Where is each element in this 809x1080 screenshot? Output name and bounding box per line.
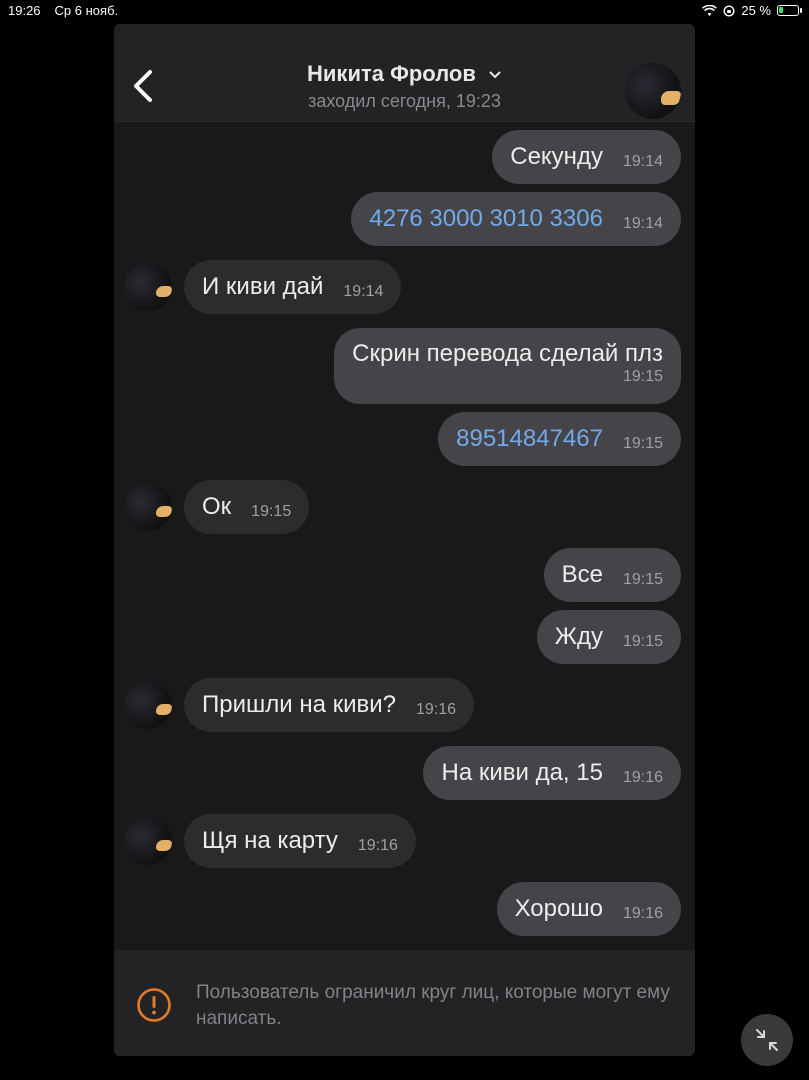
outgoing-message-bubble[interactable]: Секунду 19:14	[492, 130, 681, 184]
message-list[interactable]: Секунду 19:14 4276 3000 3010 3306 19:14 И ки…	[114, 123, 695, 953]
message-time: 19:14	[343, 283, 384, 300]
contact-name: Никита Фролов	[307, 61, 476, 86]
message-time: 19:15	[622, 368, 663, 385]
message-text: Все	[561, 561, 603, 588]
message-time: 19:16	[622, 905, 663, 922]
sender-avatar[interactable]	[124, 483, 172, 531]
chat-window: Никита Фролов заходил сегодня, 19:23 Сек…	[114, 24, 695, 1056]
message-time: 19:15	[251, 503, 292, 520]
contact-avatar[interactable]	[625, 63, 681, 119]
exclamation-circle-icon	[137, 988, 171, 1022]
message-link-text[interactable]: 4276 3000 3010 3306	[369, 205, 603, 233]
message-text: Секунду	[510, 143, 603, 170]
message-time: 19:16	[622, 769, 663, 786]
notice-text: Пользователь ограничил круг лиц, которые…	[196, 982, 670, 1029]
outgoing-message-bubble[interactable]: На киви да, 15 19:16	[423, 746, 681, 800]
incoming-message-bubble[interactable]: Ок 19:15	[184, 480, 310, 534]
message-time: 19:15	[622, 435, 663, 452]
message-text: Ок	[202, 493, 232, 520]
last-seen: заходил сегодня, 19:23	[308, 91, 501, 111]
message-text: Скрин перевода сделай плз	[352, 340, 663, 367]
outgoing-message-bubble[interactable]: 89514847467 19:15	[438, 412, 681, 466]
message-text: И киви дай	[202, 273, 324, 300]
message-time: 19:14	[622, 153, 663, 170]
message-text: На киви да, 15	[441, 759, 603, 786]
message-text: Щя на карту	[202, 827, 338, 854]
incoming-message-bubble[interactable]: И киви дай 19:14	[184, 260, 402, 314]
minimize-arrows-icon	[756, 1029, 778, 1051]
battery-icon	[777, 5, 802, 16]
status-bar: 19:26 Ср 6 нояб. 25 %	[0, 0, 809, 22]
contact-name-button[interactable]: Никита Фролов	[114, 61, 695, 87]
message-text: Хорошо	[514, 895, 603, 922]
minimize-button[interactable]	[741, 1014, 793, 1066]
incoming-message-bubble[interactable]: Щя на карту 19:16	[184, 814, 416, 868]
outgoing-message-bubble[interactable]: Жду 19:15	[536, 610, 681, 664]
sender-avatar[interactable]	[124, 263, 172, 311]
incoming-message-bubble[interactable]: Пришли на киви? 19:16	[184, 678, 475, 732]
chevron-down-icon	[489, 71, 501, 79]
chat-header: Никита Фролов заходил сегодня, 19:23	[114, 24, 695, 122]
message-time: 19:16	[416, 701, 457, 718]
message-link-text[interactable]: 89514847467	[456, 425, 603, 453]
message-time: 19:15	[622, 633, 663, 650]
sender-avatar[interactable]	[124, 817, 172, 865]
battery-percent: 25 %	[741, 3, 771, 18]
status-time: 19:26	[8, 3, 41, 18]
wifi-icon	[702, 4, 718, 16]
outgoing-message-bubble[interactable]: 4276 3000 3010 3306 19:14	[351, 192, 681, 246]
message-time: 19:16	[357, 837, 398, 854]
outgoing-message-bubble[interactable]: Все 19:15	[543, 548, 681, 602]
outgoing-message-bubble[interactable]: Хорошо 19:16	[496, 882, 681, 936]
message-text: Пришли на киви?	[202, 691, 397, 718]
sender-avatar[interactable]	[124, 681, 172, 729]
message-text: Жду	[554, 623, 603, 650]
orientation-lock-icon	[723, 4, 735, 17]
message-time: 19:14	[622, 215, 663, 232]
status-date: Ср 6 нояб.	[54, 3, 119, 18]
restriction-notice: Пользователь ограничил круг лиц, которые…	[114, 950, 695, 1056]
outgoing-message-bubble[interactable]: Скрин перевода сделай плз 19:15	[334, 328, 681, 404]
message-time: 19:15	[622, 571, 663, 588]
